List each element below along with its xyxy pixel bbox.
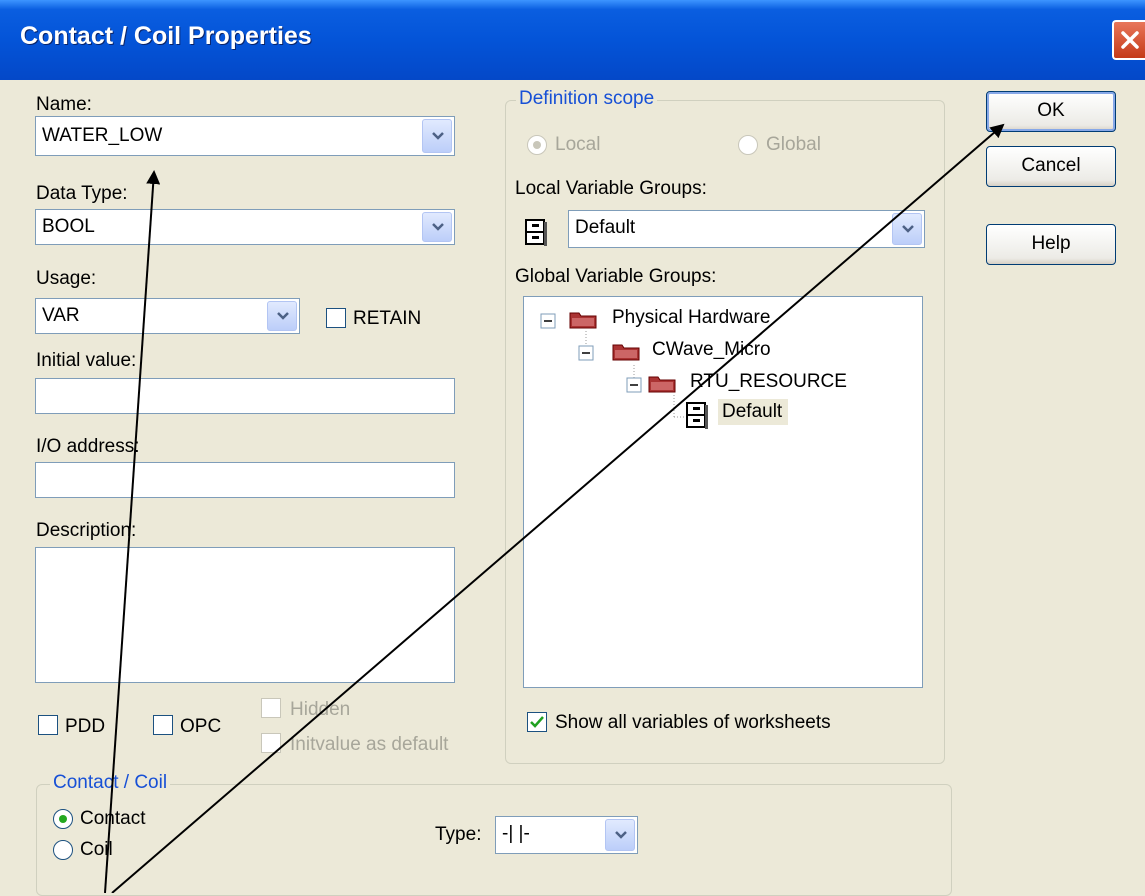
- close-icon: [1121, 31, 1139, 49]
- description-textarea[interactable]: [35, 547, 455, 683]
- checkmark-icon: [530, 716, 544, 728]
- chevron-down-icon: [432, 223, 444, 231]
- chevron-down-icon: [902, 225, 914, 233]
- type-label: Type:: [435, 824, 482, 845]
- initvalue-default-label: Initvalue as default: [290, 734, 449, 755]
- global-radio[interactable]: [738, 135, 758, 155]
- global-radio-label: Global: [766, 134, 821, 155]
- local-radio-label: Local: [555, 134, 601, 155]
- coil-radio[interactable]: [53, 840, 73, 860]
- contact-coil-title: Contact / Coil: [50, 772, 171, 794]
- tree-node-default[interactable]: Default: [718, 399, 789, 425]
- data-type-dropdown-button[interactable]: [422, 212, 452, 242]
- help-button[interactable]: Help: [986, 224, 1116, 265]
- show-all-variables-label: Show all variables of worksheets: [555, 712, 831, 733]
- name-combobox[interactable]: WATER_LOW: [35, 116, 455, 156]
- definition-scope-title: Definition scope: [516, 88, 658, 110]
- initvalue-default-checkbox[interactable]: [261, 733, 281, 753]
- type-dropdown-button[interactable]: [605, 819, 635, 851]
- data-type-label: Data Type:: [36, 183, 128, 204]
- retain-label: RETAIN: [353, 308, 422, 329]
- hardware-folder-icon: [569, 312, 597, 329]
- type-value: -| |-: [502, 823, 530, 844]
- hardware-folder-icon: [648, 376, 676, 393]
- global-variable-groups-label: Global Variable Groups:: [515, 266, 717, 287]
- description-label: Description:: [36, 520, 137, 541]
- name-value: WATER_LOW: [42, 125, 163, 146]
- name-label: Name:: [36, 94, 92, 115]
- initial-value-label: Initial value:: [36, 350, 137, 371]
- chevron-down-icon: [615, 831, 627, 839]
- cabinet-icon: [686, 402, 708, 429]
- type-combobox[interactable]: -| |-: [495, 816, 638, 854]
- chevron-down-icon: [432, 132, 444, 140]
- contact-radio[interactable]: [53, 809, 73, 829]
- dialog-body: Name: WATER_LOW Data Type: BOOL Usage: V…: [0, 80, 1145, 896]
- initial-value-input[interactable]: [35, 378, 455, 414]
- show-all-variables-checkbox[interactable]: [527, 712, 547, 732]
- usage-label: Usage:: [36, 268, 97, 289]
- local-variable-groups-combobox[interactable]: Default: [568, 210, 925, 248]
- pdd-checkbox[interactable]: [38, 715, 58, 735]
- retain-checkbox[interactable]: [326, 308, 346, 328]
- tree-node-cwave-micro[interactable]: CWave_Micro: [652, 339, 771, 361]
- close-button[interactable]: [1112, 20, 1145, 60]
- usage-value: VAR: [42, 305, 80, 326]
- local-groups-dropdown-button[interactable]: [892, 213, 922, 245]
- chevron-down-icon: [277, 312, 289, 320]
- window-title: Contact / Coil Properties: [20, 22, 312, 50]
- local-radio[interactable]: [527, 135, 547, 155]
- data-type-combobox[interactable]: BOOL: [35, 209, 455, 245]
- contact-radio-label: Contact: [80, 808, 146, 829]
- tree-node-physical-hardware[interactable]: Physical Hardware: [612, 307, 770, 329]
- usage-dropdown-button[interactable]: [267, 301, 297, 331]
- cabinet-icon: [525, 219, 547, 246]
- name-dropdown-button[interactable]: [422, 119, 452, 153]
- hidden-checkbox[interactable]: [261, 698, 281, 718]
- coil-radio-label: Coil: [80, 839, 113, 860]
- usage-combobox[interactable]: VAR: [35, 298, 300, 334]
- pdd-label: PDD: [65, 716, 106, 737]
- local-variable-groups-label: Local Variable Groups:: [515, 178, 707, 199]
- title-bar: Contact / Coil Properties: [0, 0, 1145, 80]
- hidden-label: Hidden: [290, 699, 351, 720]
- tree-node-rtu-resource[interactable]: RTU_RESOURCE: [690, 371, 847, 393]
- io-address-input[interactable]: [35, 462, 455, 498]
- global-variable-groups-tree[interactable]: Physical Hardware CWave_Micro RTU_RESOUR…: [523, 296, 923, 688]
- opc-label: OPC: [180, 716, 222, 737]
- contact-coil-group: [36, 784, 952, 896]
- cancel-button[interactable]: Cancel: [986, 146, 1116, 187]
- data-type-value: BOOL: [42, 216, 95, 237]
- ok-button[interactable]: OK: [986, 91, 1116, 132]
- io-address-label: I/O address:: [36, 436, 140, 457]
- hardware-folder-icon: [612, 344, 640, 361]
- opc-checkbox[interactable]: [153, 715, 173, 735]
- local-variable-groups-value: Default: [575, 217, 636, 238]
